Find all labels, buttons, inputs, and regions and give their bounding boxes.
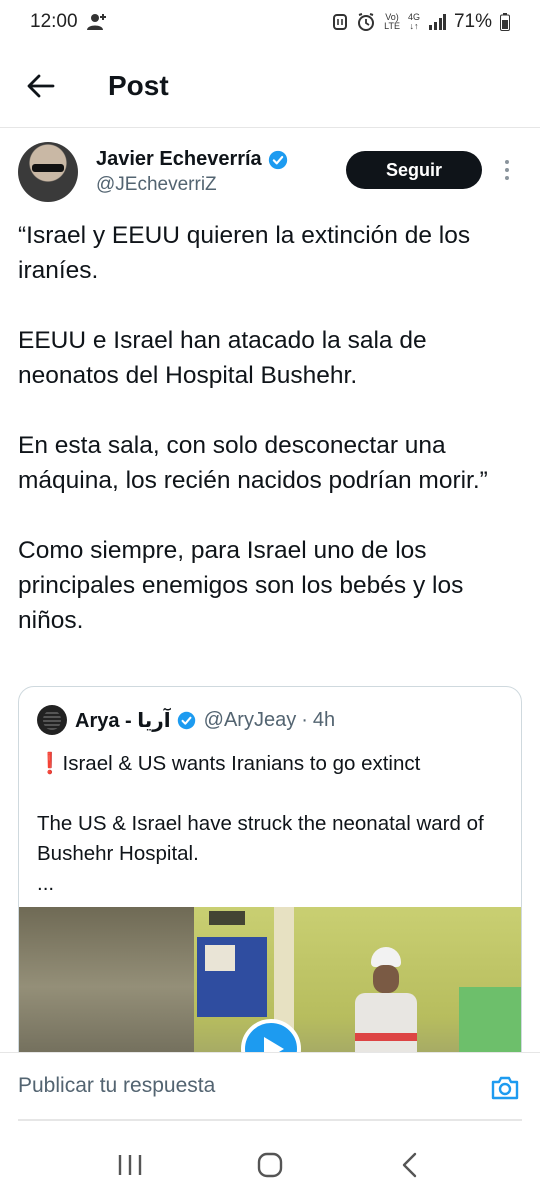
status-bar: 12:00 Vo) LTE 4G ↓↑ 71%: [0, 0, 540, 44]
author-name[interactable]: Javier Echeverría: [96, 148, 262, 171]
nav-back-button[interactable]: [380, 1135, 440, 1195]
battery-percent: 71%: [453, 11, 492, 32]
signal-icon: [428, 14, 446, 30]
back-button[interactable]: [0, 44, 82, 128]
quoted-tweet-header: Arya - آريا @AryJeay · 4h: [19, 687, 521, 735]
quoted-author-name: Arya - آريا: [75, 709, 171, 732]
quoted-tweet-text: ❗Israel & US wants Iranians to go extinc…: [19, 735, 521, 899]
quoted-tweet[interactable]: Arya - آريا @AryJeay · 4h ❗Israel & US w…: [18, 686, 522, 1106]
recent-apps-icon: [118, 1155, 142, 1175]
battery-icon: [500, 13, 510, 31]
quoted-avatar: [37, 705, 67, 735]
separator-dot: ·: [301, 708, 308, 731]
more-dots-icon: [505, 160, 509, 164]
tweet-paragraph: Como siempre, para Israel uno de los pri…: [18, 537, 464, 634]
network-type: 4G ↓↑: [407, 12, 420, 31]
follow-button[interactable]: Seguir: [346, 151, 482, 189]
reply-underline: [18, 1119, 522, 1121]
back-icon: [402, 1152, 417, 1178]
author-name-row: Javier Echeverría: [96, 148, 346, 171]
quoted-author-handle: @AryJeay: [203, 708, 297, 731]
system-nav-bar: [0, 1130, 540, 1200]
exclamation-icon: ❗: [37, 752, 63, 775]
quoted-line: The US & Israel have struck the neonatal…: [37, 812, 484, 865]
quoted-timestamp: 4h: [312, 708, 336, 731]
camera-icon[interactable]: [490, 1073, 520, 1103]
avatar[interactable]: [18, 142, 78, 202]
status-right: Vo) LTE 4G ↓↑ 71%: [332, 11, 510, 33]
nfc-icon: [333, 14, 348, 30]
arrow-left-icon: [27, 74, 55, 97]
alarm-icon: [358, 13, 375, 31]
quoted-line: ❗Israel & US wants Iranians to go extinc…: [37, 752, 421, 775]
bulletin-board: [197, 937, 267, 1017]
reply-input[interactable]: [18, 1053, 458, 1119]
tweet-paragraph: “Israel y EEUU quieren la extinción de l…: [18, 222, 471, 284]
recent-apps-button[interactable]: [100, 1135, 160, 1195]
verified-badge-icon: [268, 150, 287, 169]
reply-bar: [0, 1052, 540, 1130]
verified-badge-icon: [177, 711, 195, 729]
home-button[interactable]: [240, 1135, 300, 1195]
tweet-paragraph: En esta sala, con solo desconectar una m…: [18, 432, 488, 494]
person-add-icon: [86, 14, 106, 30]
quoted-ellipsis: ...: [37, 872, 55, 895]
status-left: 12:00: [30, 11, 108, 33]
home-icon: [257, 1152, 283, 1178]
author-row: Javier Echeverría @JEcheverriZ Seguir: [18, 142, 522, 208]
tweet-paragraph: EEUU e Israel han atacado la sala de neo…: [18, 327, 427, 389]
header: Post: [0, 44, 540, 128]
status-time: 12:00: [30, 11, 78, 32]
volte-icon: Vo) LTE: [384, 12, 400, 31]
more-options-button[interactable]: [492, 148, 522, 192]
author-handle[interactable]: @JEcheverriZ: [96, 174, 346, 196]
author-info[interactable]: Javier Echeverría @JEcheverriZ: [96, 142, 346, 196]
page-title: Post: [108, 69, 169, 101]
tweet-text: “Israel y EEUU quieren la extinción de l…: [18, 218, 530, 638]
